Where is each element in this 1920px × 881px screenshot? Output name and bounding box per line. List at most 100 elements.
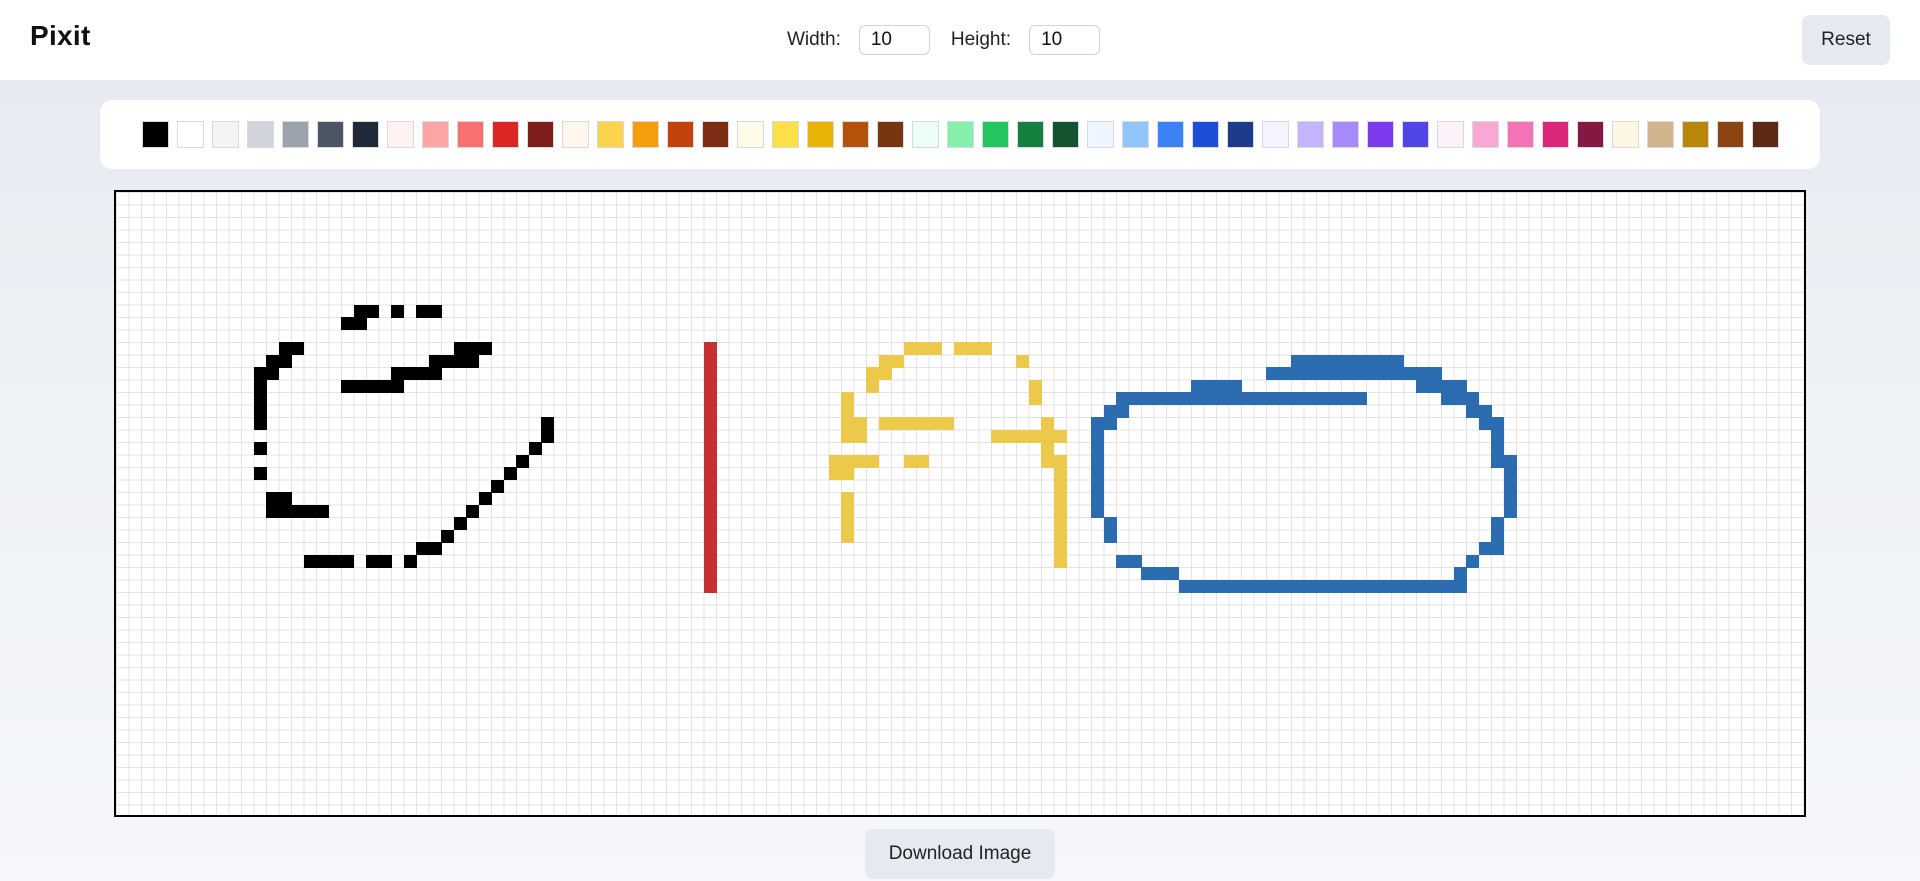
pixel-cell[interactable] [1191, 579, 1204, 593]
pixel-cell[interactable] [703, 529, 717, 543]
pixel-cell[interactable] [428, 304, 442, 318]
pixel-cell[interactable] [1228, 379, 1242, 393]
pixel-cell[interactable] [366, 379, 379, 393]
pixel-cell[interactable] [903, 454, 917, 468]
color-swatch[interactable] [1087, 121, 1114, 148]
pixel-cell[interactable] [541, 429, 554, 443]
pixel-cell[interactable] [278, 492, 292, 505]
pixel-cell[interactable] [341, 379, 354, 393]
pixel-cell[interactable] [1378, 354, 1392, 368]
pixel-cell[interactable] [1191, 379, 1204, 393]
pixel-cell[interactable] [1253, 579, 1267, 593]
pixel-cell[interactable] [541, 417, 554, 430]
pixel-cell[interactable] [366, 554, 379, 568]
pixel-cell[interactable] [278, 504, 292, 518]
pixel-cell[interactable] [903, 342, 917, 355]
pixel-cell[interactable] [866, 454, 879, 468]
color-swatch[interactable] [1297, 121, 1324, 148]
pixel-cell[interactable] [1141, 392, 1154, 405]
pixel-cell[interactable] [1091, 504, 1104, 518]
pixel-cell[interactable] [1503, 492, 1517, 505]
color-swatch[interactable] [387, 121, 414, 148]
pixel-cell[interactable] [1316, 354, 1329, 368]
pixel-cell[interactable] [703, 404, 717, 418]
color-swatch[interactable] [1157, 121, 1184, 148]
pixel-cell[interactable] [991, 429, 1004, 443]
pixel-cell[interactable] [416, 367, 429, 380]
pixel-cell[interactable] [1203, 392, 1217, 405]
color-swatch[interactable] [1647, 121, 1674, 148]
pixel-cell[interactable] [1041, 442, 1054, 455]
pixel-cell[interactable] [1016, 354, 1029, 368]
pixel-cell[interactable] [703, 517, 717, 530]
pixel-cell[interactable] [1303, 392, 1317, 405]
pixel-cell[interactable] [1491, 429, 1504, 443]
pixel-cell[interactable] [841, 429, 854, 443]
color-swatch[interactable] [737, 121, 764, 148]
color-swatch[interactable] [667, 121, 694, 148]
pixel-cell[interactable] [1266, 392, 1279, 405]
pixel-cell[interactable] [1366, 579, 1379, 593]
pixel-cell[interactable] [1053, 517, 1067, 530]
pixel-cell[interactable] [253, 467, 267, 480]
pixel-cell[interactable] [828, 454, 842, 468]
pixel-cell[interactable] [878, 417, 892, 430]
pixel-cell[interactable] [1278, 367, 1292, 380]
pixel-cell[interactable] [1103, 404, 1117, 418]
download-image-button[interactable]: Download Image [865, 829, 1055, 879]
color-swatch[interactable] [282, 121, 309, 148]
pixel-cell[interactable] [878, 354, 892, 368]
pixel-cell[interactable] [1391, 579, 1404, 593]
color-swatch[interactable] [1122, 121, 1149, 148]
pixel-cell[interactable] [491, 479, 504, 493]
pixel-cell[interactable] [416, 542, 429, 555]
pixel-cell[interactable] [1091, 429, 1104, 443]
pixel-cell[interactable] [878, 367, 892, 380]
pixel-cell[interactable] [1491, 417, 1504, 430]
pixel-cell[interactable] [1491, 454, 1504, 468]
pixel-cell[interactable] [703, 354, 717, 368]
pixel-cell[interactable] [903, 417, 917, 430]
pixel-cell[interactable] [703, 454, 717, 468]
pixel-cell[interactable] [353, 317, 367, 330]
pixel-cell[interactable] [1216, 579, 1229, 593]
pixel-cell[interactable] [1428, 367, 1442, 380]
pixel-cell[interactable] [1328, 354, 1342, 368]
pixel-cell[interactable] [703, 442, 717, 455]
pixel-cell[interactable] [303, 554, 317, 568]
height-input[interactable] [1029, 25, 1101, 55]
pixel-cell[interactable] [303, 504, 317, 518]
color-swatch[interactable] [842, 121, 869, 148]
pixel-cell[interactable] [1216, 379, 1229, 393]
reset-button[interactable]: Reset [1802, 15, 1890, 65]
color-swatch[interactable] [772, 121, 799, 148]
pixel-cell[interactable] [1416, 579, 1429, 593]
pixel-cell[interactable] [1453, 392, 1467, 405]
color-swatch[interactable] [212, 121, 239, 148]
color-swatch[interactable] [1472, 121, 1499, 148]
pixel-cell[interactable] [503, 467, 517, 480]
pixel-cell[interactable] [378, 379, 392, 393]
pixel-cell[interactable] [341, 554, 354, 568]
pixel-cell[interactable] [1391, 367, 1404, 380]
pixel-cell[interactable] [1453, 579, 1467, 593]
pixel-cell[interactable] [1291, 579, 1304, 593]
pixel-cell[interactable] [1103, 417, 1117, 430]
pixel-cell[interactable] [703, 567, 717, 580]
pixel-cell[interactable] [1091, 492, 1104, 505]
pixel-cell[interactable] [428, 354, 442, 368]
pixel-cell[interactable] [266, 504, 279, 518]
pixel-cell[interactable] [1316, 392, 1329, 405]
pixel-cell[interactable] [841, 467, 854, 480]
color-swatch[interactable] [177, 121, 204, 148]
pixel-cell[interactable] [1366, 367, 1379, 380]
pixel-cell[interactable] [1316, 367, 1329, 380]
pixel-cell[interactable] [391, 304, 404, 318]
pixel-cell[interactable] [466, 354, 479, 368]
pixel-cell[interactable] [1053, 492, 1067, 505]
pixel-cell[interactable] [1353, 354, 1367, 368]
pixel-cell[interactable] [1116, 392, 1129, 405]
pixel-cell[interactable] [1503, 467, 1517, 480]
pixel-cell[interactable] [1278, 392, 1292, 405]
pixel-cell[interactable] [1491, 529, 1504, 543]
